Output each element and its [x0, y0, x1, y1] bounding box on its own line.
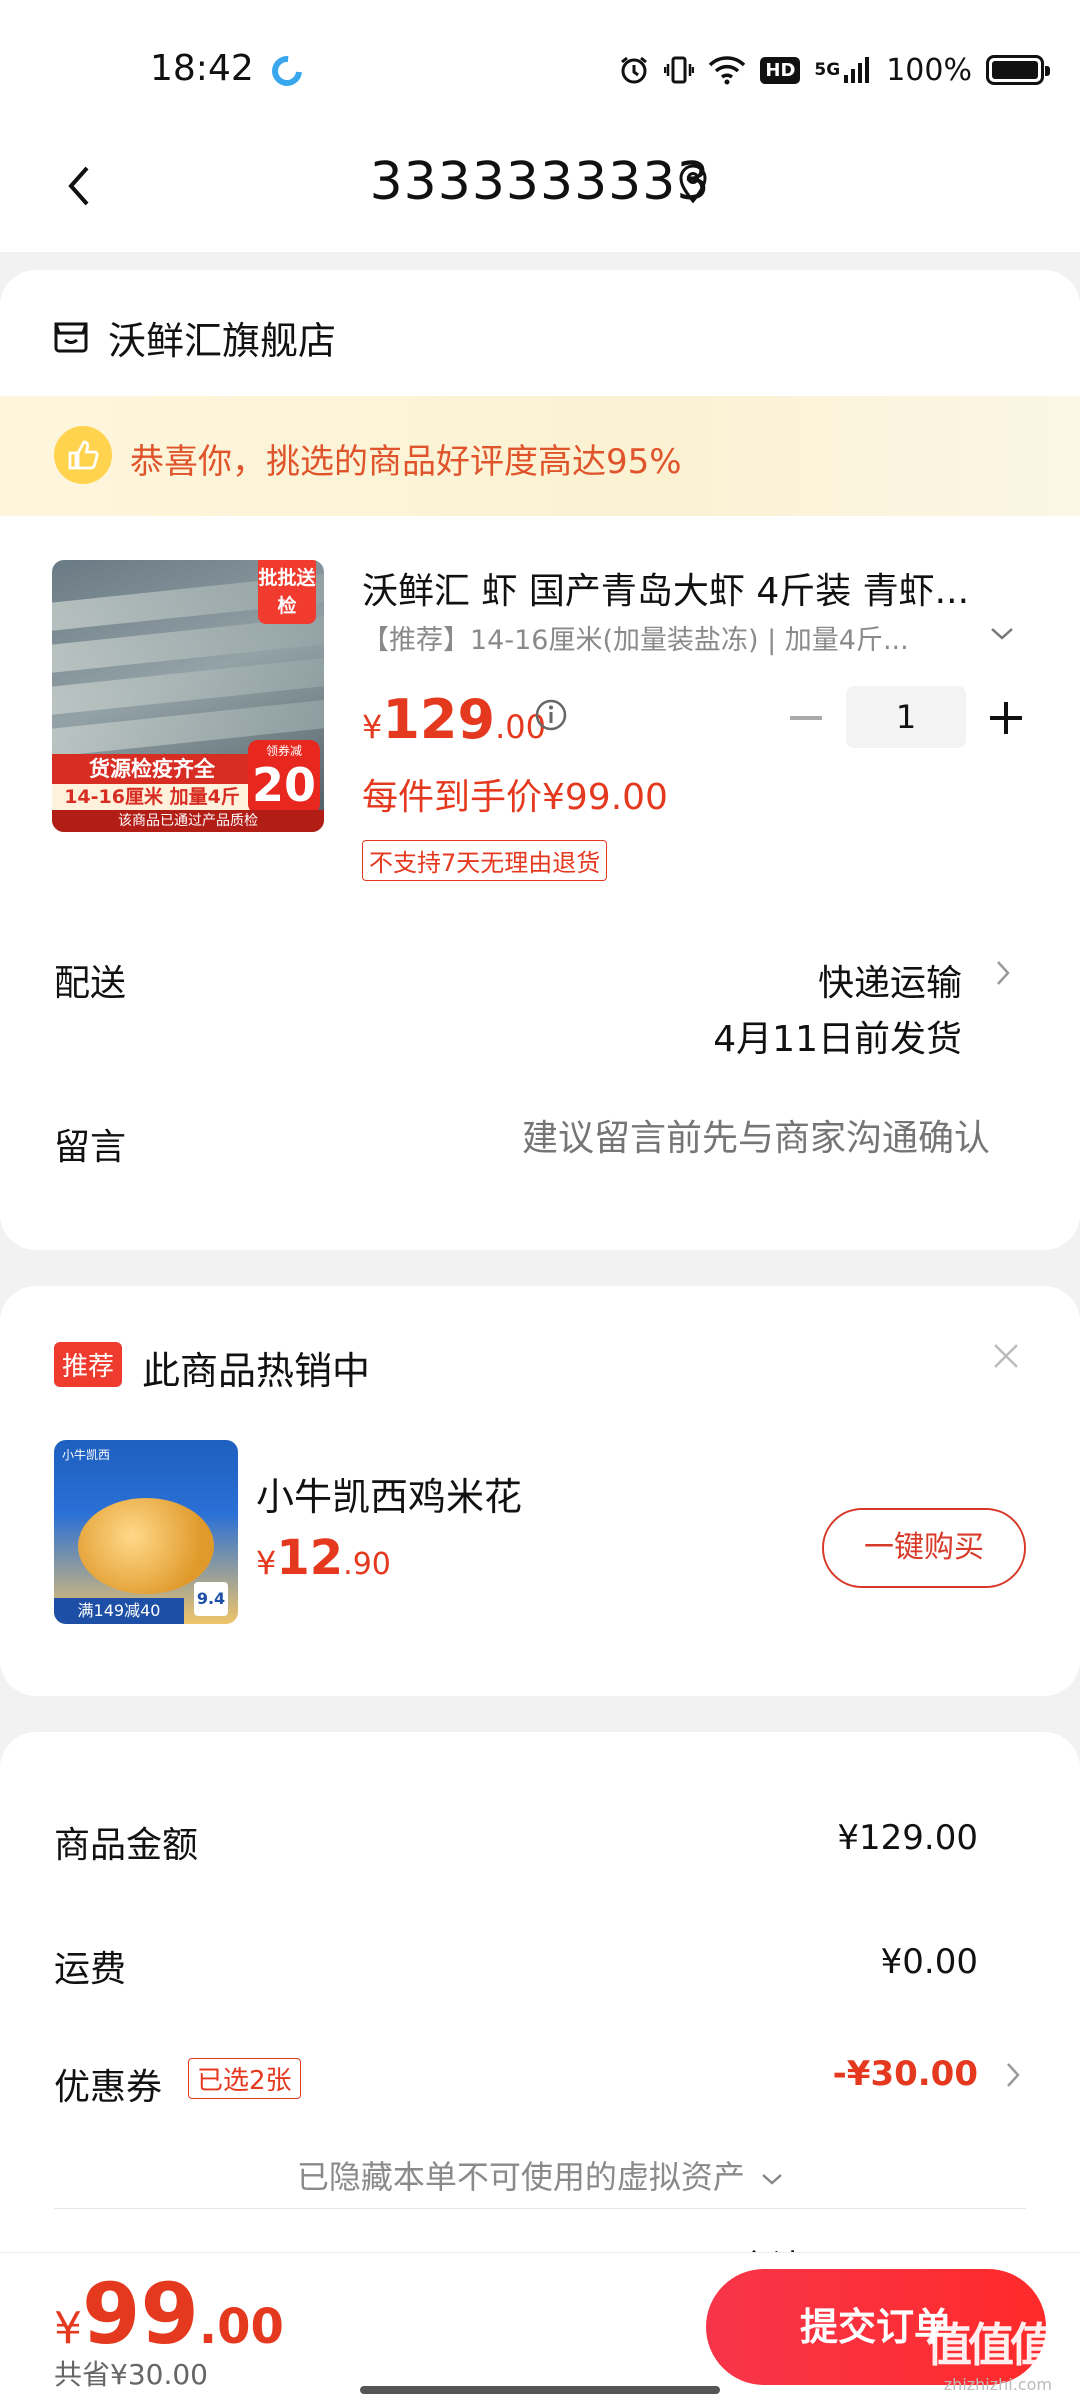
delivery-date: 4月11日前发货: [713, 1019, 962, 1060]
total-integer: 99: [82, 2265, 199, 2363]
thumbs-up-icon: [54, 426, 112, 484]
recommend-product-name[interactable]: 小牛凯西鸡米花: [256, 1466, 522, 1521]
home-indicator[interactable]: [360, 2386, 720, 2394]
plus-icon: [990, 702, 1022, 734]
shipping-fee-label: 运费: [54, 1949, 127, 1990]
chevron-down-icon[interactable]: [990, 626, 1014, 645]
total-decimal: .00: [198, 2299, 284, 2355]
coupon-label: 优惠券: [54, 2067, 163, 2108]
goods-amount-value: ¥129.00: [837, 1818, 978, 1858]
product-price: ¥ 129 .00: [362, 688, 546, 751]
close-button[interactable]: [988, 1338, 1024, 1374]
product-image[interactable]: 批批送检 货源检疫齐全 14-16厘米 加量4斤 领券减 20 该商品已通过产品…: [52, 560, 324, 832]
product-image-footer: 该商品已通过产品质检: [52, 810, 324, 832]
message-label: 留言: [54, 1127, 127, 1168]
site-watermark: 值值值: [926, 2318, 1056, 2372]
price-currency: ¥: [362, 708, 383, 746]
chevron-right-icon[interactable]: [1006, 2062, 1020, 2092]
total-saved: 共省¥30.00: [54, 2358, 208, 2391]
status-icons: HD 5G 100%: [618, 50, 1050, 90]
quantity-decrease-button[interactable]: [788, 700, 824, 736]
order-item-card: 沃鲜汇旗舰店 恭喜你，挑选的商品好评度高达95% 批批送检 货源检疫齐全 14-…: [0, 270, 1080, 1250]
product-image-coupon: 领券减 20: [248, 740, 320, 814]
hd-icon: HD: [760, 56, 801, 84]
product-image-coupon-amount: 20: [251, 758, 316, 812]
total-price: ¥ 99 .00: [54, 2265, 284, 2363]
recommend-badge: 推荐: [54, 1342, 123, 1387]
product-image-band-secondary: 14-16厘米 加量4斤: [52, 784, 252, 810]
shop-header[interactable]: 沃鲜汇旗舰店: [52, 310, 336, 365]
coupon-selected-tag[interactable]: 已选2张: [188, 2058, 301, 2099]
product-title[interactable]: 沃鲜汇 虾 国产青岛大虾 4斤装 青虾...: [362, 562, 1002, 614]
signal-icon: 5G: [814, 55, 872, 85]
sync-icon: [265, 49, 309, 93]
recommend-image-brand: 小牛凯西: [62, 1448, 111, 1462]
shipping-fee-value: ¥0.00: [880, 1942, 978, 1982]
recommend-title: 此商品热销中: [142, 1349, 371, 1393]
return-policy-tag: 不支持7天无理由退货: [362, 840, 608, 881]
status-time: 18:42: [150, 48, 254, 89]
recommend-price-currency: ¥: [256, 1544, 277, 1582]
wifi-icon: [708, 55, 746, 85]
recommend-product-image[interactable]: 小牛凯西 满149减40 9.4: [54, 1440, 238, 1624]
coupon-discount-value[interactable]: -¥30.00: [833, 2054, 978, 2094]
hidden-assets-toggle[interactable]: 已隐藏本单不可使用的虚拟资产: [0, 2152, 1080, 2198]
address-phone-title[interactable]: 3333333333: [0, 152, 1080, 212]
recommend-price-integer: 12: [276, 1530, 344, 1586]
nav-bar: 3333333333: [0, 130, 1080, 252]
hidden-assets-text: 已隐藏本单不可使用的虚拟资产: [296, 2158, 745, 2196]
battery-icon: [986, 55, 1050, 85]
store-icon: [52, 318, 90, 358]
delivery-label: 配送: [54, 963, 127, 1004]
product-image-band-primary: 货源检疫齐全: [52, 754, 252, 784]
network-type: 5G: [814, 60, 841, 80]
goods-amount-label: 商品金额: [54, 1825, 199, 1866]
quantity-input[interactable]: 1: [846, 686, 966, 748]
delivery-method[interactable]: 快递运输: [818, 954, 962, 1006]
checkout-bar: ¥ 99 .00 共省¥30.00 提交订单 值值值 zhizhizhi.com: [0, 2252, 1080, 2400]
recommend-image-food: [78, 1498, 214, 1594]
product-image-corner-badge: 批批送检: [258, 560, 316, 624]
rating-promo-bar: 恭喜你，挑选的商品好评度高达95%: [0, 396, 1080, 516]
location-pin-icon[interactable]: [678, 164, 708, 208]
alarm-icon: [618, 54, 650, 86]
recommend-image-discount: 满149减40: [54, 1598, 184, 1624]
rating-promo-text: 恭喜你，挑选的商品好评度高达95%: [130, 442, 682, 482]
minus-icon: [790, 716, 822, 720]
site-watermark-url: zhizhizhi.com: [943, 2375, 1052, 2394]
product-spec[interactable]: 【推荐】14-16厘米(加量装盐冻) | 加量4斤...: [362, 618, 942, 657]
chevron-down-icon: [762, 2174, 782, 2185]
total-currency: ¥: [54, 2303, 82, 2354]
recommendation-card: 推荐 此商品热销中 小牛凯西 满149减40 9.4 小牛凯西鸡米花 ¥ 12 …: [0, 1286, 1080, 1696]
close-icon: [994, 1344, 1018, 1368]
final-price-per-item: 每件到手价¥99.00: [362, 777, 668, 818]
vibrate-icon: [664, 54, 695, 86]
chevron-right-icon[interactable]: [996, 960, 1010, 990]
recommend-product-price: ¥ 12 .90: [256, 1530, 391, 1586]
info-icon[interactable]: [534, 698, 568, 736]
price-integer: 129: [382, 688, 496, 751]
one-click-buy-button[interactable]: 一键购买: [822, 1508, 1026, 1588]
battery-text: 100%: [886, 52, 972, 88]
recommend-price-decimal: .90: [343, 1547, 391, 1582]
message-input[interactable]: [300, 1118, 990, 1159]
divider: [54, 2208, 1026, 2209]
quantity-increase-button[interactable]: [986, 698, 1026, 738]
shop-name: 沃鲜汇旗舰店: [108, 319, 337, 363]
status-bar: 18:42 HD 5G 100%: [0, 0, 1080, 130]
recommend-image-score: 9.4: [194, 1582, 228, 1616]
